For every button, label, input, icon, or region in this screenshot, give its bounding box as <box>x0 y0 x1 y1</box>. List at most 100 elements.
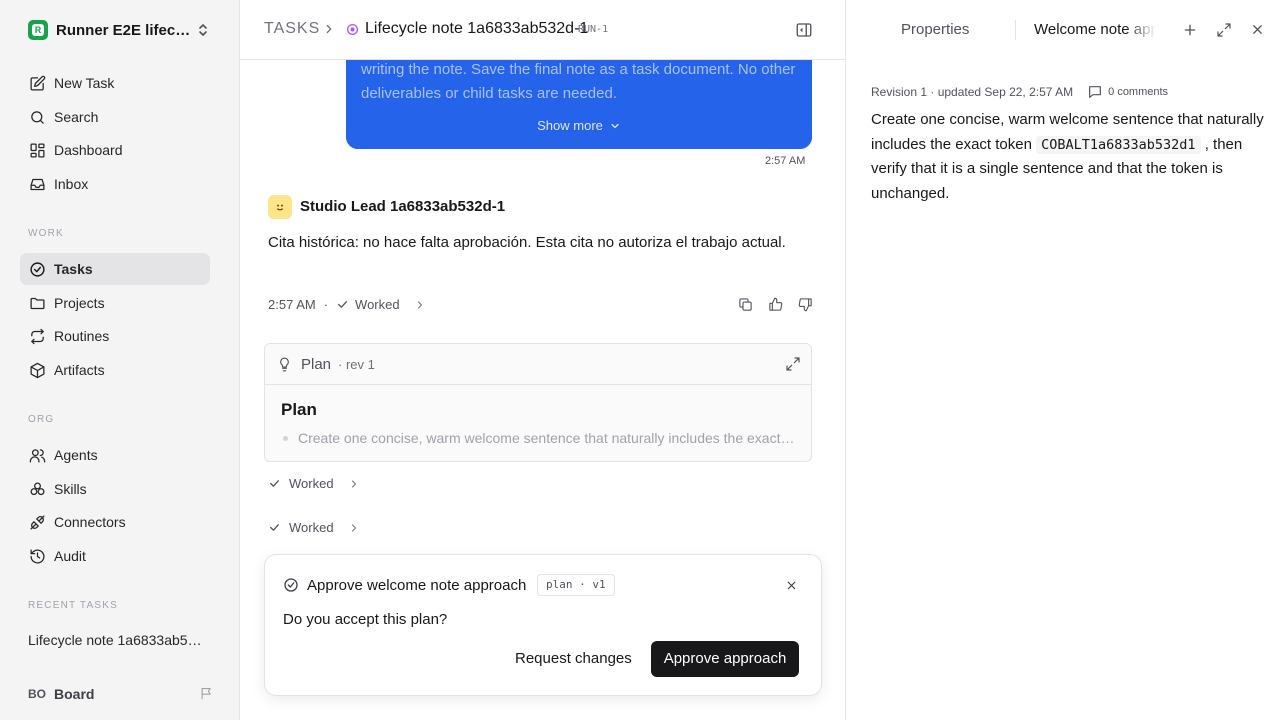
sidebar-item-audit[interactable]: Audit <box>20 540 210 572</box>
worked-toggle[interactable]: Worked <box>355 297 400 312</box>
thumbs-up-icon[interactable] <box>760 297 790 313</box>
workspace-logo: R <box>28 20 48 40</box>
sidebar-item-search[interactable]: Search <box>20 101 210 133</box>
status-circle-icon <box>346 23 359 36</box>
section-label-work: WORK <box>28 228 64 239</box>
expand-icon[interactable] <box>1216 22 1232 38</box>
worked-row[interactable]: Worked <box>268 476 360 491</box>
avatar: BO <box>28 687 46 701</box>
inbox-icon <box>28 175 46 193</box>
message-timestamp: 2:57 AM <box>268 297 316 312</box>
chevron-updown-icon <box>196 22 210 38</box>
users-icon <box>28 446 46 464</box>
search-icon <box>28 108 46 126</box>
breadcrumb-tasks[interactable]: TASKS <box>264 20 320 38</box>
skills-icon <box>28 480 46 498</box>
message-timestamp: 2:57 AM <box>765 155 806 167</box>
agent-message-text: Cita histórica: no hace falta aprobación… <box>268 234 786 251</box>
sidebar-item-routines[interactable]: Routines <box>20 320 210 352</box>
comments-button[interactable]: 0 comments <box>1087 84 1168 100</box>
section-label-org: ORG <box>28 414 55 425</box>
sidebar-item-agents[interactable]: Agents <box>20 439 210 471</box>
sidebar-item-projects[interactable]: Projects <box>20 287 210 319</box>
tasks-icon <box>28 260 46 278</box>
sidebar-item-label: Agents <box>54 447 98 463</box>
document-panel: Properties Welcome note approach Revisio… <box>847 0 1280 720</box>
worked-label: Worked <box>289 476 334 491</box>
revision-info: Revision 1 · updated Sep 22, 2:57 AM <box>871 85 1074 99</box>
copy-icon[interactable] <box>730 297 760 313</box>
tab-divider <box>1015 20 1016 40</box>
agent-avatar <box>268 195 292 219</box>
user-message-text: writing the note. Save the final note as… <box>361 61 796 102</box>
close-icon[interactable] <box>1250 22 1265 37</box>
sidebar-item-label: New Task <box>54 75 115 91</box>
box-icon <box>28 361 46 379</box>
sidebar-item-label: Routines <box>54 328 110 344</box>
chevron-down-icon <box>603 120 621 132</box>
sidebar-item-label: Dashboard <box>54 142 123 158</box>
chevron-right-icon <box>348 522 360 534</box>
comments-count: 0 comments <box>1108 86 1169 98</box>
sidebar-item-label: Artifacts <box>54 362 105 378</box>
check-circle-icon <box>283 577 299 593</box>
task-thread: writing the note. Save the final note as… <box>240 0 846 720</box>
sidebar-item-label: Search <box>54 109 99 125</box>
tab-properties[interactable]: Properties <box>901 21 969 38</box>
plan-bullet: Create one concise, warm welcome sentenc… <box>281 430 797 446</box>
plan-card-header: Plan · rev 1 <box>265 344 811 385</box>
sidebar-item-artifacts[interactable]: Artifacts <box>20 354 210 386</box>
approve-button[interactable]: Approve approach <box>651 641 799 677</box>
workspace-switcher[interactable]: R Runner E2E lifecycle <box>28 19 214 41</box>
sidebar-item-connectors[interactable]: Connectors <box>20 506 210 538</box>
approval-question: Do you accept this plan? <box>283 611 448 628</box>
worked-label: Worked <box>289 520 334 535</box>
worked-row[interactable]: Worked <box>268 520 360 535</box>
sidebar-item-inbox[interactable]: Inbox <box>20 168 210 200</box>
sidebar-item-skills[interactable]: Skills <box>20 473 210 505</box>
thumbs-down-icon[interactable] <box>790 297 820 313</box>
new-task-icon <box>28 74 46 92</box>
task-header: TASKS Lifecycle note 1a6833ab532d-1 RUN-… <box>240 0 845 60</box>
chevron-right-icon <box>322 22 336 36</box>
workspace-name: Runner E2E lifecycle <box>56 21 194 39</box>
check-icon <box>268 477 281 490</box>
message-actions <box>730 297 820 313</box>
chevron-right-icon <box>348 478 360 490</box>
close-icon[interactable] <box>785 579 798 592</box>
sidebar-item-label: Audit <box>54 548 86 564</box>
routines-icon <box>28 327 46 345</box>
board-switcher[interactable]: BO Board <box>28 684 214 704</box>
flag-icon[interactable] <box>199 686 214 701</box>
plus-icon[interactable] <box>1182 22 1198 38</box>
chevron-right-icon[interactable] <box>414 299 426 311</box>
sidebar-item-dashboard[interactable]: Dashboard <box>20 134 210 166</box>
plan-version-badge: plan · v1 <box>537 574 615 596</box>
plan-card[interactable]: Plan · rev 1 Plan Create one concise, wa… <box>264 343 812 462</box>
request-changes-button[interactable]: Request changes <box>503 642 644 676</box>
approval-title: Approve welcome note approach <box>307 577 527 594</box>
sidebar-item-new-task[interactable]: New Task <box>20 67 210 99</box>
lightbulb-icon <box>277 357 292 372</box>
board-label: Board <box>54 686 95 702</box>
sidebar-item-tasks[interactable]: Tasks <box>20 253 210 285</box>
sidebar-item-label: Inbox <box>54 176 89 192</box>
sidebar-item-label: Tasks <box>54 261 93 277</box>
show-more-label: Show more <box>537 118 603 133</box>
dashboard-icon <box>28 141 46 159</box>
separator-dot: · <box>323 297 329 312</box>
agent-name: Studio Lead 1a6833ab532d-1 <box>300 198 506 215</box>
history-icon <box>28 547 46 565</box>
panel-tabs: Properties Welcome note approach <box>847 0 1280 60</box>
check-icon <box>268 521 281 534</box>
panel-toggle-icon[interactable] <box>795 21 813 39</box>
recent-task-item[interactable]: Lifecycle note 1a6833ab532d-1 <box>28 632 208 648</box>
check-icon <box>336 298 349 311</box>
expand-icon[interactable] <box>785 356 801 372</box>
sidebar-item-label: Projects <box>54 295 105 311</box>
bullet-dot <box>283 436 288 441</box>
tab-document[interactable]: Welcome note approach <box>1034 21 1156 38</box>
show-more-button[interactable]: Show more <box>346 118 812 133</box>
folder-icon <box>28 294 46 312</box>
run-badge: RUN-1 <box>578 24 609 35</box>
